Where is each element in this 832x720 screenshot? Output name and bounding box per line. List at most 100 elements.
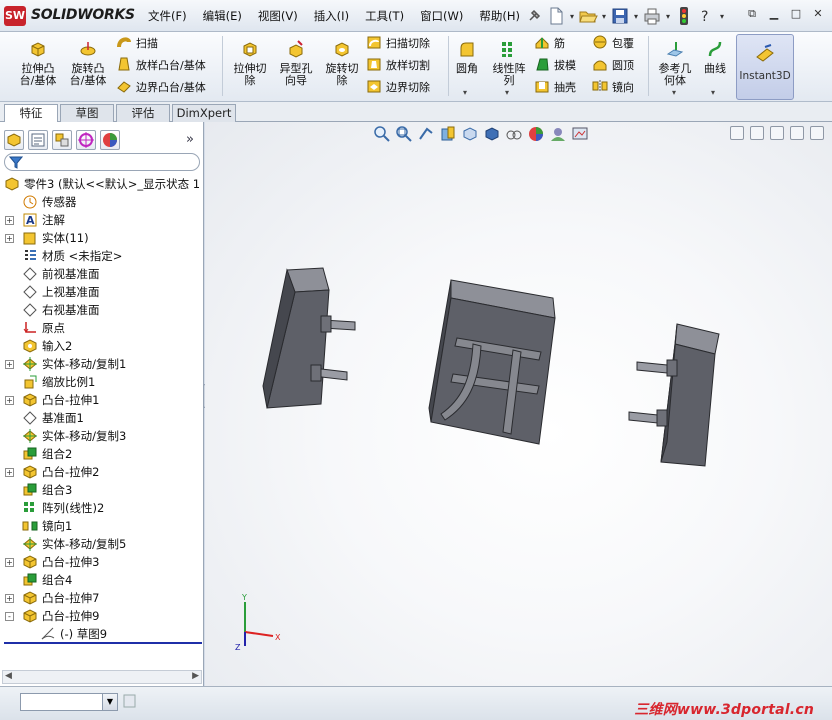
extrude-cut-button[interactable]: 拉伸切 除 bbox=[228, 40, 272, 87]
save-dropdown-icon[interactable]: ▾ bbox=[632, 12, 640, 21]
rollback-bar[interactable] bbox=[4, 642, 202, 644]
feature-tree-item[interactable]: + 凸台-拉伸7 bbox=[0, 589, 204, 607]
loft-cut-button[interactable]: 放样切割 bbox=[366, 56, 430, 76]
wrap-button[interactable]: 包覆 bbox=[592, 34, 634, 54]
loft-boss-button[interactable]: 放样凸台/基体 bbox=[116, 56, 206, 76]
tab-features[interactable]: 特征 bbox=[4, 104, 58, 123]
display-manager-tab[interactable] bbox=[100, 130, 120, 150]
feature-tree-item[interactable]: 实体-移动/复制5 bbox=[0, 535, 204, 553]
feature-tree-item[interactable]: 传感器 bbox=[0, 193, 204, 211]
extrude-boss-button[interactable]: 拉伸凸 台/基体 bbox=[14, 40, 62, 87]
menu-insert[interactable]: 插入(I) bbox=[306, 0, 357, 32]
feature-tree-item[interactable]: + 凸台-拉伸3 bbox=[0, 553, 204, 571]
draft-button[interactable]: 拔模 bbox=[534, 56, 576, 76]
restore-icon[interactable]: ⧉ bbox=[744, 6, 760, 22]
tab-evaluate[interactable]: 评估 bbox=[116, 104, 170, 122]
revolve-boss-button[interactable]: 旋转凸 台/基体 bbox=[64, 40, 112, 87]
feature-tree-item[interactable]: 镜向1 bbox=[0, 517, 204, 535]
feature-tree-item[interactable]: 组合4 bbox=[0, 571, 204, 589]
fillet-dropdown-icon[interactable]: ▾ bbox=[463, 88, 467, 97]
expand-toggle-icon[interactable]: + bbox=[5, 558, 14, 567]
app-logo[interactable]: SW SOLIDWORKS bbox=[4, 5, 135, 27]
status-select[interactable]: ▼ bbox=[20, 693, 118, 711]
menu-file[interactable]: 文件(F) bbox=[140, 0, 195, 32]
feature-tree-item[interactable]: 右视基准面 bbox=[0, 301, 204, 319]
feature-tree-item[interactable]: 零件3 (默认<<默认>_显示状态 1 bbox=[0, 175, 204, 193]
pin-icon[interactable] bbox=[524, 6, 544, 26]
feature-tree-item[interactable]: 组合2 bbox=[0, 445, 204, 463]
feature-tree-item[interactable]: 基准面1 bbox=[0, 409, 204, 427]
hole-wizard-button[interactable]: 异型孔 向导 bbox=[274, 40, 318, 87]
horizontal-scrollbar[interactable]: ◀ ▶ bbox=[2, 670, 202, 684]
open-folder-icon[interactable] bbox=[578, 6, 598, 26]
feature-tree-item[interactable]: 输入2 bbox=[0, 337, 204, 355]
reference-geometry-button[interactable]: 参考几 何体 bbox=[652, 40, 698, 87]
pattern-dropdown-icon[interactable]: ▾ bbox=[505, 88, 509, 97]
save-icon[interactable] bbox=[610, 6, 630, 26]
feature-tree-item[interactable]: 阵列(线性)2 bbox=[0, 499, 204, 517]
feature-tree-item[interactable]: 缩放比例1 bbox=[0, 373, 204, 391]
scroll-left-icon[interactable]: ◀ bbox=[5, 671, 12, 681]
rib-button[interactable]: 筋 bbox=[534, 34, 565, 54]
help-icon[interactable]: ? bbox=[696, 6, 716, 26]
feature-tree-item[interactable]: 材质 <未指定> bbox=[0, 247, 204, 265]
expand-toggle-icon[interactable]: + bbox=[5, 468, 14, 477]
new-dropdown-icon[interactable]: ▾ bbox=[568, 12, 576, 21]
scroll-right-icon[interactable]: ▶ bbox=[192, 671, 199, 681]
feature-tree-item[interactable]: 组合3 bbox=[0, 481, 204, 499]
rebuild-traffic-light-icon[interactable] bbox=[674, 6, 694, 26]
feature-tree-item[interactable]: 前视基准面 bbox=[0, 265, 204, 283]
menu-help[interactable]: 帮助(H) bbox=[471, 0, 528, 32]
boundary-boss-button[interactable]: 边界凸台/基体 bbox=[116, 78, 206, 98]
feature-tree-item[interactable]: - 凸台-拉伸9 bbox=[0, 607, 204, 625]
instant3d-button[interactable]: Instant3D bbox=[736, 34, 794, 100]
feature-manager-tab[interactable] bbox=[4, 130, 24, 150]
configuration-manager-tab[interactable] bbox=[52, 130, 72, 150]
minimize-icon[interactable]: ▁ bbox=[766, 6, 782, 22]
open-dropdown-icon[interactable]: ▾ bbox=[600, 12, 608, 21]
dome-button[interactable]: 圆顶 bbox=[592, 56, 634, 76]
mirror-button[interactable]: 镜向 bbox=[592, 78, 634, 98]
tab-dimxpert[interactable]: DimXpert bbox=[172, 104, 236, 122]
feature-tree-item[interactable]: 上视基准面 bbox=[0, 283, 204, 301]
document-icon[interactable] bbox=[122, 693, 138, 709]
feature-tree-item[interactable]: (-) 草图9 bbox=[0, 625, 204, 643]
feature-tree-item[interactable]: 实体-移动/复制3 bbox=[0, 427, 204, 445]
tab-sketch[interactable]: 草图 bbox=[60, 104, 114, 122]
reference-dropdown-icon[interactable]: ▾ bbox=[672, 88, 676, 97]
feature-tree-item[interactable]: + A 注解 bbox=[0, 211, 204, 229]
right-block-body[interactable] bbox=[628, 323, 720, 467]
maximize-icon[interactable]: □ bbox=[788, 6, 804, 22]
feature-tree-filter[interactable] bbox=[4, 153, 200, 171]
menu-edit[interactable]: 编辑(E) bbox=[195, 0, 250, 32]
sweep-cut-button[interactable]: 扫描切除 bbox=[366, 34, 430, 54]
feature-tree-item[interactable]: + 凸台-拉伸2 bbox=[0, 463, 204, 481]
menu-tools[interactable]: 工具(T) bbox=[357, 0, 412, 32]
feature-tree-item[interactable]: 原点 bbox=[0, 319, 204, 337]
expand-toggle-icon[interactable]: + bbox=[5, 216, 14, 225]
boundary-cut-button[interactable]: 边界切除 bbox=[366, 78, 430, 98]
expand-toggle-icon[interactable]: + bbox=[5, 594, 14, 603]
print-icon[interactable] bbox=[642, 6, 662, 26]
sweep-button[interactable]: 扫描 bbox=[116, 34, 158, 54]
shell-button[interactable]: 抽壳 bbox=[534, 78, 576, 98]
feature-tree-item[interactable]: + 实体(11) bbox=[0, 229, 204, 247]
print-dropdown-icon[interactable]: ▾ bbox=[664, 12, 672, 21]
left-block-body[interactable] bbox=[262, 267, 356, 409]
curves-button[interactable]: 曲线 bbox=[700, 40, 730, 75]
collapse-toggle-icon[interactable]: - bbox=[5, 612, 14, 621]
center-block-body[interactable] bbox=[428, 279, 556, 445]
help-dropdown-icon[interactable]: ▾ bbox=[718, 12, 726, 21]
feature-tree-item[interactable]: + 实体-移动/复制1 bbox=[0, 355, 204, 373]
curves-dropdown-icon[interactable]: ▾ bbox=[711, 88, 715, 97]
menu-window[interactable]: 窗口(W) bbox=[412, 0, 471, 32]
linear-pattern-button[interactable]: 线性阵 列 bbox=[486, 40, 532, 87]
expand-toggle-icon[interactable]: + bbox=[5, 360, 14, 369]
expand-toggle-icon[interactable]: + bbox=[5, 234, 14, 243]
expand-tabs-icon[interactable]: » bbox=[186, 132, 194, 147]
revolve-cut-button[interactable]: 旋转切 除 bbox=[320, 40, 364, 87]
new-document-icon[interactable] bbox=[546, 6, 566, 26]
chevron-down-icon[interactable]: ▼ bbox=[102, 694, 117, 710]
close-icon[interactable]: ✕ bbox=[810, 6, 826, 22]
graphics-area[interactable]: Y X Z bbox=[205, 122, 832, 686]
